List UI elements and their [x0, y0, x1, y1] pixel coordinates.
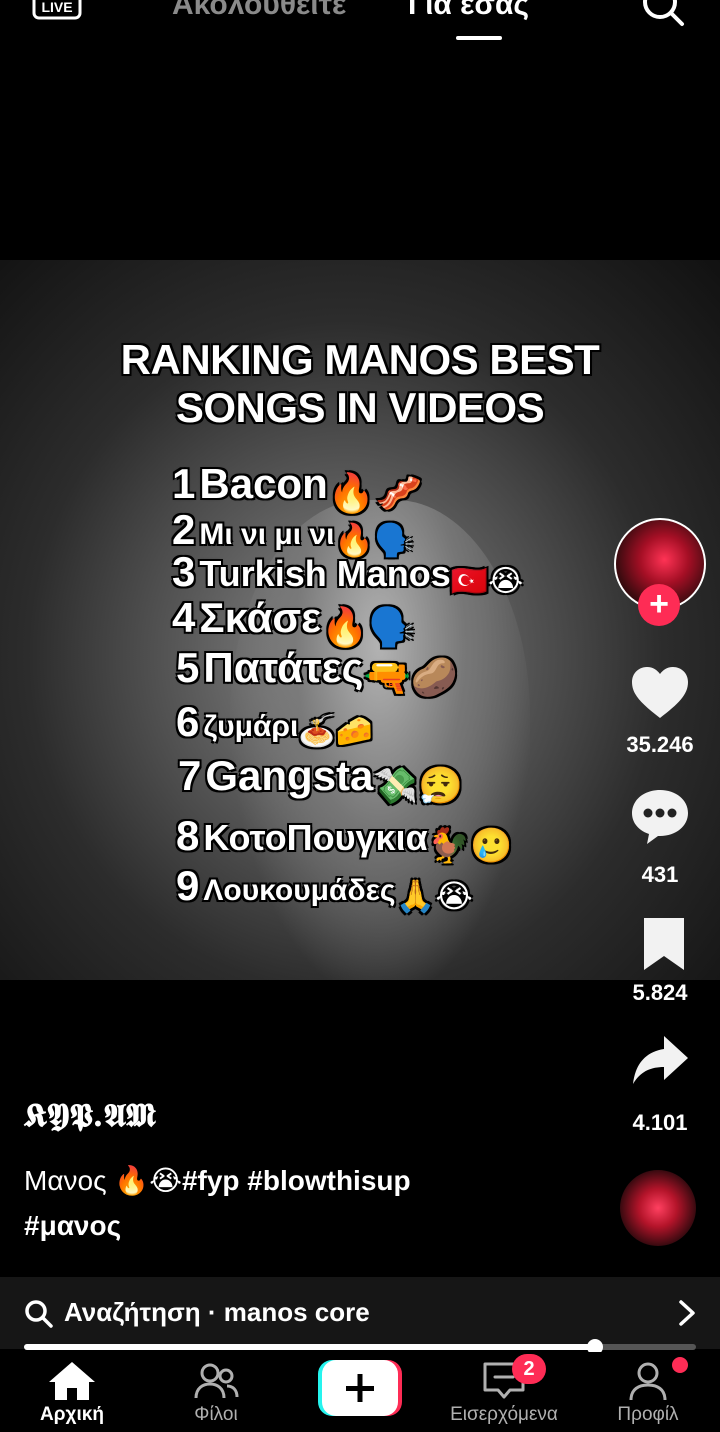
home-icon — [49, 1362, 95, 1400]
tab-following[interactable]: Ακολουθείτε — [172, 0, 346, 22]
rank-item-4: 4Σκάσε🔥🗣️ — [172, 594, 416, 649]
video-title-line-1: RANKING MANOS BEST — [120, 336, 600, 383]
chevron-right-icon — [679, 1300, 695, 1326]
rank-item-9: 9 Λουκουμάδες🙏😭 — [176, 862, 473, 914]
nav-inbox[interactable]: Εισερχόμενα — [434, 1360, 574, 1426]
nav-friends-label: Φίλοι — [194, 1404, 238, 1425]
username[interactable]: 𝕶𝖄𝕻.𝕬𝕸 — [24, 1096, 156, 1135]
bookmark-icon[interactable] — [634, 914, 694, 974]
search-suggestion-bar[interactable]: Αναζήτηση · manos core — [0, 1277, 720, 1349]
like-count: 35.246 — [626, 732, 694, 757]
nav-home-label: Αρχική — [40, 1404, 104, 1425]
share-icon[interactable] — [630, 1030, 690, 1090]
progress-fill — [24, 1344, 596, 1350]
profile-icon — [629, 1362, 667, 1401]
friends-icon — [194, 1363, 239, 1399]
search-icon — [25, 1300, 53, 1328]
tab-for-you[interactable]: Για εσάς — [408, 0, 529, 22]
rank-item-5: 5Πατάτες🔫🥔 — [176, 644, 459, 699]
nav-inbox-label: Εισερχόμενα — [450, 1404, 558, 1425]
profile-notification-dot — [672, 1357, 688, 1373]
rank-item-8: 8 ΚοτοΠουγκια🐓🥲 — [176, 812, 513, 865]
svg-text:LIVE: LIVE — [41, 0, 72, 15]
inbox-badge: 2 — [512, 1354, 546, 1384]
comment-icon[interactable] — [630, 786, 690, 846]
follow-button[interactable]: + — [638, 584, 680, 626]
top-bar: LIVE Ακολουθείτε Για εσάς — [0, 0, 720, 60]
caption-hashtags-2[interactable]: #μανος — [24, 1210, 121, 1241]
create-button[interactable] — [318, 1360, 402, 1416]
heart-icon[interactable] — [630, 664, 690, 724]
nav-friends[interactable]: Φίλοι — [146, 1360, 286, 1426]
save-count: 5.824 — [632, 980, 688, 1005]
rank-item-6: 6 ζυμάρι🍝🧀 — [176, 698, 374, 749]
search-icon[interactable] — [640, 0, 686, 28]
music-disc[interactable] — [620, 1170, 696, 1246]
tab-active-indicator — [456, 36, 502, 40]
caption-text: Μανος 🔥😭 — [24, 1165, 182, 1196]
rank-item-7: 7Gangsta💸😮‍💨 — [178, 752, 464, 806]
comment-count: 431 — [641, 862, 679, 887]
caption: Μανος 🔥😭#fyp #blowthisup #μανος — [24, 1158, 564, 1248]
nav-home[interactable]: Αρχική — [2, 1360, 142, 1426]
share-count: 4.101 — [632, 1110, 688, 1135]
video-title-line-2: SONGS IN VIDEOS — [175, 384, 545, 431]
nav-profile-label: Προφίλ — [617, 1404, 679, 1425]
live-icon[interactable]: LIVE — [32, 0, 82, 22]
rank-item-3: 3 Turkish Manos🇹🇷😭 — [172, 548, 524, 599]
caption-hashtags-1[interactable]: #fyp #blowthisup — [182, 1165, 411, 1196]
video-title: RANKING MANOS BEST SONGS IN VIDEOS — [0, 336, 720, 432]
nav-profile[interactable]: Προφίλ — [578, 1360, 718, 1426]
search-suggestion-label: Αναζήτηση · manos core — [64, 1297, 370, 1327]
